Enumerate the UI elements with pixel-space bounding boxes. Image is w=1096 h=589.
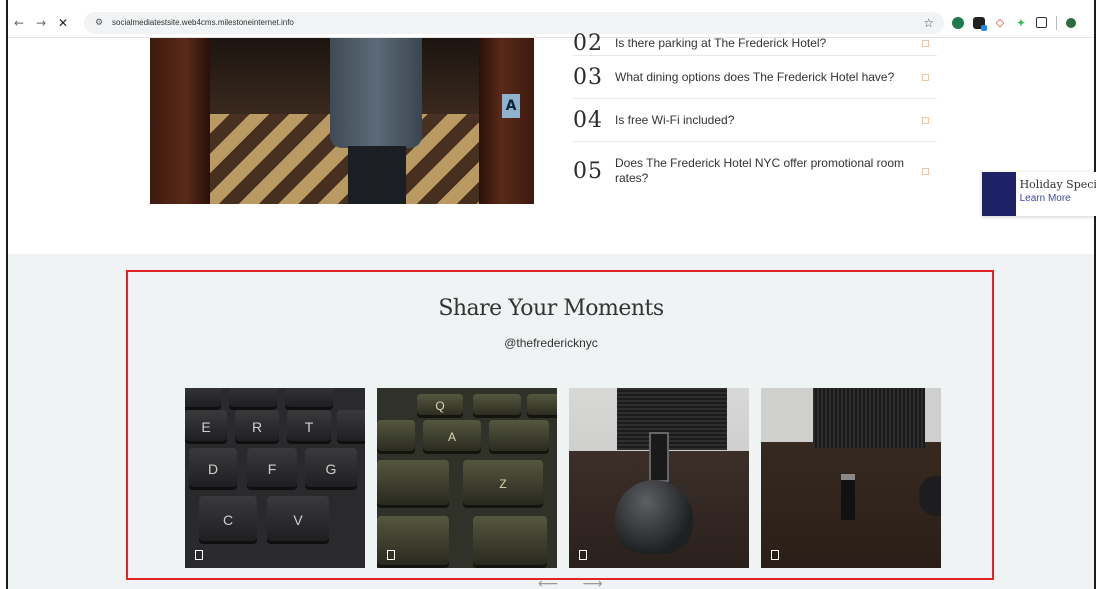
gallery-nav-arrows[interactable]: ⟵ ⟶ bbox=[538, 576, 613, 589]
photo-person-legs bbox=[348, 146, 406, 204]
key-f: F bbox=[247, 448, 297, 490]
key bbox=[377, 516, 449, 568]
bookmark-star-icon[interactable]: ☆ bbox=[923, 16, 934, 30]
instagram-handle[interactable]: @thefredericknyc bbox=[8, 336, 1094, 350]
key-z: Z bbox=[463, 460, 543, 508]
photo-sign: A bbox=[502, 94, 520, 118]
url-text: socialmediatestsite.web4cms.milestoneint… bbox=[112, 18, 294, 27]
faq-question: Does The Frederick Hotel NYC offer promo… bbox=[615, 156, 905, 185]
photo-mouse bbox=[615, 480, 693, 554]
photo-dongle bbox=[649, 432, 669, 482]
instagram-gallery: E R T D F G C V Q A Z bbox=[185, 388, 941, 568]
faq-question: Is there parking at The Frederick Hotel? bbox=[615, 36, 827, 50]
faq-number: 02 bbox=[573, 31, 603, 56]
key-a: A bbox=[423, 420, 481, 454]
expand-icon[interactable] bbox=[922, 73, 929, 81]
key-g: G bbox=[305, 448, 357, 490]
key-c: C bbox=[199, 496, 257, 544]
key bbox=[285, 388, 333, 410]
key-v: V bbox=[267, 496, 329, 544]
faq-question: Is free Wi-Fi included? bbox=[615, 112, 735, 127]
photo-door-right bbox=[479, 38, 534, 204]
back-icon[interactable]: ← bbox=[8, 16, 30, 30]
expand-icon[interactable] bbox=[922, 116, 929, 124]
profile-icon[interactable] bbox=[1066, 17, 1076, 28]
key bbox=[229, 388, 277, 410]
faq-item-03[interactable]: 03 What dining options does The Frederic… bbox=[573, 56, 937, 99]
forward-icon[interactable]: → bbox=[30, 16, 52, 30]
extension-2-icon[interactable] bbox=[973, 16, 987, 31]
faq-item-04[interactable]: 04 Is free Wi-Fi included? bbox=[573, 99, 937, 142]
photo-speaker bbox=[617, 388, 727, 450]
faq-number: 04 bbox=[573, 107, 603, 133]
key bbox=[377, 420, 415, 454]
key bbox=[473, 516, 547, 568]
key bbox=[377, 460, 449, 508]
instagram-icon bbox=[771, 550, 779, 560]
key bbox=[473, 394, 521, 418]
photo-mouse bbox=[919, 476, 941, 516]
photo-speaker bbox=[813, 388, 925, 448]
learn-more-link[interactable]: Learn More bbox=[1020, 193, 1096, 204]
address-bar[interactable]: ⚙ socialmediatestsite.web4cms.milestonei… bbox=[84, 11, 944, 34]
faq-question: What dining options does The Frederick H… bbox=[615, 69, 895, 84]
key bbox=[337, 410, 365, 444]
holiday-banner-title: Holiday Speci bbox=[1019, 178, 1096, 191]
key-e: E bbox=[185, 410, 227, 444]
gallery-photo-4[interactable] bbox=[761, 388, 941, 568]
site-info-icon[interactable]: ⚙ bbox=[92, 18, 106, 28]
faq-item-05[interactable]: 05 Does The Frederick Hotel NYC offer pr… bbox=[573, 142, 937, 200]
photo-person bbox=[330, 38, 422, 148]
extensions-puzzle-icon[interactable] bbox=[1036, 17, 1047, 28]
key-d: D bbox=[189, 448, 237, 490]
faq-number: 03 bbox=[573, 64, 603, 90]
extension-4-icon[interactable]: ✦ bbox=[1015, 17, 1027, 29]
close-icon[interactable]: ✕ bbox=[52, 16, 74, 30]
gallery-photo-2[interactable]: Q A Z bbox=[377, 388, 557, 568]
faq-number: 05 bbox=[573, 158, 603, 184]
photo-door-left bbox=[150, 38, 210, 204]
key bbox=[527, 394, 557, 418]
gallery-photo-1[interactable]: E R T D F G C V bbox=[185, 388, 365, 568]
faq-section: A 02 Is there parking at The Frederick H… bbox=[8, 31, 1096, 254]
faq-item-02[interactable]: 02 Is there parking at The Frederick Hot… bbox=[573, 31, 937, 56]
key bbox=[489, 420, 549, 454]
instagram-icon bbox=[579, 550, 587, 560]
extensions-area: ◇ ✦ bbox=[952, 15, 1076, 31]
key-q: Q bbox=[417, 394, 463, 418]
gallery-photo-3[interactable] bbox=[569, 388, 749, 568]
expand-icon[interactable] bbox=[922, 40, 929, 47]
share-moments-section: Share Your Moments @thefredericknyc E R … bbox=[8, 254, 1094, 589]
faq-list: 02 Is there parking at The Frederick Hot… bbox=[573, 31, 937, 200]
section-title: Share Your Moments bbox=[438, 296, 664, 321]
holiday-banner-accent bbox=[982, 172, 1016, 216]
extension-3-icon[interactable]: ◇ bbox=[994, 16, 1006, 29]
expand-icon[interactable] bbox=[922, 167, 929, 175]
holiday-banner-text: Holiday Speci Learn More bbox=[1016, 172, 1096, 216]
instagram-icon bbox=[387, 550, 395, 560]
hotel-entrance-photo: A bbox=[150, 38, 534, 204]
photo-dongle bbox=[841, 474, 855, 520]
key-t: T bbox=[287, 410, 331, 444]
extension-1-icon[interactable] bbox=[952, 16, 964, 29]
toolbar-divider bbox=[1056, 15, 1057, 30]
instagram-icon bbox=[195, 550, 203, 560]
key bbox=[185, 388, 221, 410]
key-r: R bbox=[235, 410, 279, 444]
holiday-special-banner[interactable]: Holiday Speci Learn More bbox=[982, 172, 1096, 216]
